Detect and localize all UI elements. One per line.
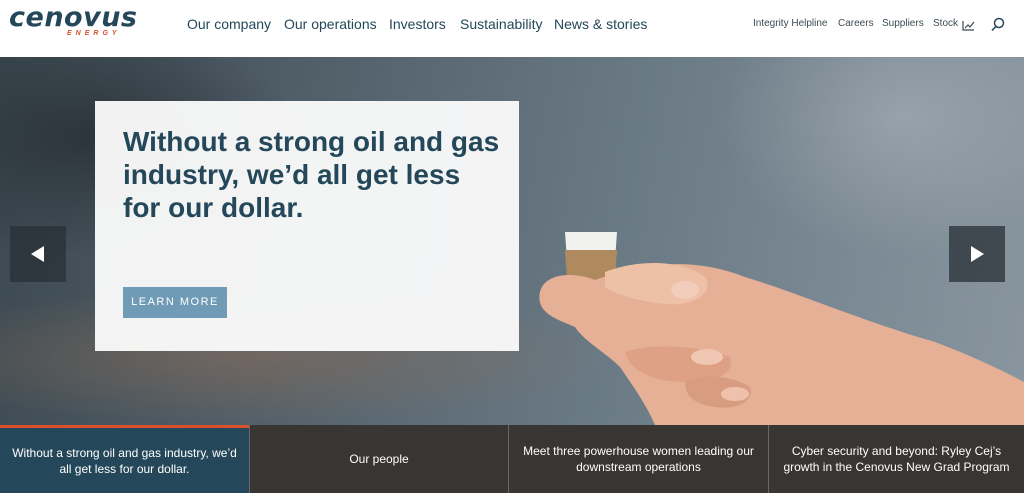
hero-carousel: Without a strong oil and gas industry, w… (0, 57, 1024, 425)
nav-investors[interactable]: Investors (389, 16, 446, 32)
site-header: cenovus ENERGY Our company Our operation… (0, 0, 1024, 57)
carousel-prev-button[interactable] (10, 226, 66, 282)
hero-headline: Without a strong oil and gas industry, w… (123, 126, 500, 223)
nav-our-operations[interactable]: Our operations (284, 16, 377, 32)
carousel-next-button[interactable] (949, 226, 1005, 282)
slide-tab-1[interactable]: Without a strong oil and gas industry, w… (0, 425, 249, 493)
util-suppliers[interactable]: Suppliers (882, 18, 924, 29)
slide-tab-3[interactable]: Meet three powerhouse women leading our … (508, 425, 768, 493)
logo-wordmark: cenovus (9, 2, 138, 33)
util-integrity-helpline[interactable]: Integrity Helpline (753, 18, 827, 29)
logo-subtitle: ENERGY (67, 30, 121, 37)
util-stock[interactable]: Stock (933, 18, 958, 29)
slide-tab-2[interactable]: Our people (249, 425, 508, 493)
learn-more-button[interactable]: LEARN MORE (123, 287, 227, 318)
arrow-left-icon (31, 246, 44, 262)
util-careers[interactable]: Careers (838, 18, 874, 29)
arrow-right-icon (971, 246, 984, 262)
nav-our-company[interactable]: Our company (187, 16, 271, 32)
nav-sustainability[interactable]: Sustainability (460, 16, 543, 32)
nav-news-stories[interactable]: News & stories (554, 16, 647, 32)
cenovus-logo[interactable]: cenovus ENERGY (9, 2, 144, 40)
chart-line-icon[interactable] (962, 18, 975, 31)
slide-tab-4[interactable]: Cyber security and beyond: Ryley Cej’s g… (768, 425, 1024, 493)
search-icon[interactable] (991, 17, 1005, 32)
hero-card: Without a strong oil and gas industry, w… (95, 101, 519, 351)
carousel-slide-tabs: Without a strong oil and gas industry, w… (0, 425, 1024, 493)
